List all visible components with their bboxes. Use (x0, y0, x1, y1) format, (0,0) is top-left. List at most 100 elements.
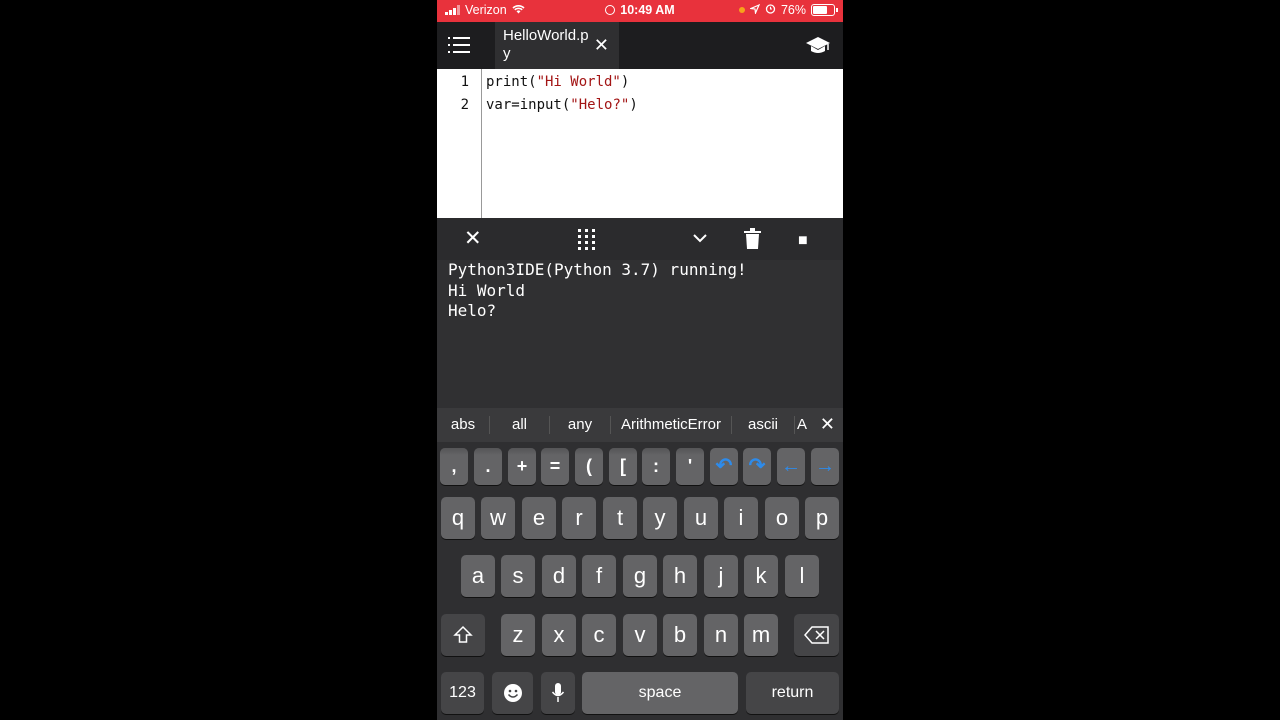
battery-icon (811, 4, 838, 16)
stop-icon[interactable]: ■ (798, 230, 808, 252)
console-toolbar: ✕ ■ (437, 218, 843, 260)
redo-icon[interactable]: ↷ (743, 448, 771, 485)
undo-icon[interactable]: ↶ (710, 448, 738, 485)
string-token: "Hi World" (536, 74, 621, 90)
graduation-cap-icon[interactable] (805, 34, 831, 56)
grid-icon[interactable] (577, 228, 597, 255)
suggestions-close-icon[interactable]: ✕ (820, 414, 835, 435)
tab-helloworld[interactable]: HelloWorld.py ✕ (495, 22, 619, 69)
line-number: 2 (460, 97, 469, 113)
code-line[interactable]: print("Hi World") (486, 71, 638, 94)
key-quote[interactable]: ' (676, 448, 704, 485)
code-area[interactable]: print("Hi World") var=input("Helo?") (486, 71, 638, 117)
suggestion-item[interactable]: all (490, 416, 550, 434)
suggestion-item[interactable]: A (795, 416, 809, 434)
key-label: ( (586, 456, 592, 476)
key-paren[interactable]: ( (575, 448, 603, 485)
key-label: → (815, 455, 835, 477)
code-token: ) (620, 74, 630, 90)
code-token: var=input( (486, 97, 571, 113)
alarm-icon (765, 3, 776, 17)
trash-icon[interactable] (744, 228, 761, 255)
key-d[interactable]: d (542, 555, 576, 597)
key-s[interactable]: s (501, 555, 535, 597)
key-bracket[interactable]: [ (609, 448, 637, 485)
key-z[interactable]: z (501, 614, 535, 656)
key-q[interactable]: q (441, 497, 475, 539)
key-m[interactable]: m (744, 614, 778, 656)
key-l[interactable]: l (785, 555, 819, 597)
key-comma[interactable]: , (440, 448, 468, 485)
code-line[interactable]: var=input("Helo?") (486, 94, 638, 117)
emoji-icon (503, 684, 522, 702)
key-label: ↶ (715, 455, 733, 477)
tab-close-icon[interactable]: ✕ (594, 35, 609, 56)
console-line: Hi World (448, 280, 526, 300)
key-label: + (516, 456, 528, 476)
arrow-left-icon[interactable]: ← (777, 448, 805, 485)
dictation-key[interactable] (541, 672, 575, 714)
space-key[interactable]: space (582, 672, 738, 714)
key-h[interactable]: h (663, 555, 697, 597)
key-v[interactable]: v (623, 614, 657, 656)
key-g[interactable]: g (623, 555, 657, 597)
numbers-key[interactable]: 123 (441, 672, 484, 714)
emoji-key[interactable] (492, 672, 533, 714)
keyboard: , . + = ( [ : ' ↶ ↷ ← → q w e r t y u i … (437, 442, 843, 720)
key-r[interactable]: r (562, 497, 596, 539)
key-label: ' (687, 456, 693, 476)
key-label: ← (781, 455, 801, 477)
key-k[interactable]: k (744, 555, 778, 597)
screen-recording-icon (605, 5, 616, 15)
battery-percent: 76% (780, 3, 806, 17)
suggestion-item[interactable]: ArithmeticError (611, 416, 732, 434)
phone-screen: Verizon 10:49 AM 76% HelloWorld.py ✕ 1 2… (437, 0, 843, 720)
key-c[interactable]: c (582, 614, 616, 656)
console-close-icon[interactable]: ✕ (464, 228, 482, 250)
key-y[interactable]: y (643, 497, 677, 539)
code-editor[interactable]: 1 2 print("Hi World") var=input("Helo?") (437, 69, 843, 218)
microphone-icon (551, 683, 565, 702)
key-n[interactable]: n (704, 614, 738, 656)
key-f[interactable]: f (582, 555, 616, 597)
line-number: 1 (460, 74, 469, 90)
key-o[interactable]: o (765, 497, 799, 539)
app-toolbar: HelloWorld.py ✕ (437, 22, 843, 69)
key-p[interactable]: p (805, 497, 839, 539)
key-label: [ (620, 456, 626, 476)
key-label: = (549, 456, 561, 476)
key-x[interactable]: x (542, 614, 576, 656)
key-plus[interactable]: + (508, 448, 536, 485)
chevron-down-icon[interactable] (693, 228, 707, 253)
code-token: ) (629, 97, 638, 113)
autocomplete-bar: abs all any ArithmeticError ascii A ✕ (437, 408, 843, 442)
clock: 10:49 AM (620, 3, 675, 17)
suggestion-item[interactable]: any (550, 416, 611, 434)
key-equals[interactable]: = (541, 448, 569, 485)
key-label: : (653, 456, 659, 476)
code-token: print( (486, 74, 537, 90)
key-u[interactable]: u (684, 497, 718, 539)
key-period[interactable]: . (474, 448, 502, 485)
console-output[interactable]: Python3IDE(Python 3.7) running! Hi World… (437, 260, 843, 408)
return-key[interactable]: return (746, 672, 839, 714)
shift-key[interactable] (441, 614, 485, 656)
arrow-right-icon[interactable]: → (811, 448, 839, 485)
key-b[interactable]: b (663, 614, 697, 656)
suggestion-item[interactable]: abs (437, 416, 490, 434)
hamburger-menu-icon[interactable] (448, 37, 470, 53)
backspace-icon (803, 626, 829, 644)
backspace-key[interactable] (794, 614, 839, 656)
key-colon[interactable]: : (642, 448, 670, 485)
location-icon (748, 3, 761, 17)
shift-icon (453, 625, 473, 643)
key-i[interactable]: i (724, 497, 758, 539)
key-e[interactable]: e (522, 497, 556, 539)
key-a[interactable]: a (461, 555, 495, 597)
key-w[interactable]: w (481, 497, 515, 539)
console-line: Python3IDE(Python 3.7) running! (448, 260, 747, 279)
key-t[interactable]: t (603, 497, 637, 539)
line-number-gutter: 1 2 (437, 69, 482, 218)
key-j[interactable]: j (704, 555, 738, 597)
suggestion-item[interactable]: ascii (732, 416, 795, 434)
